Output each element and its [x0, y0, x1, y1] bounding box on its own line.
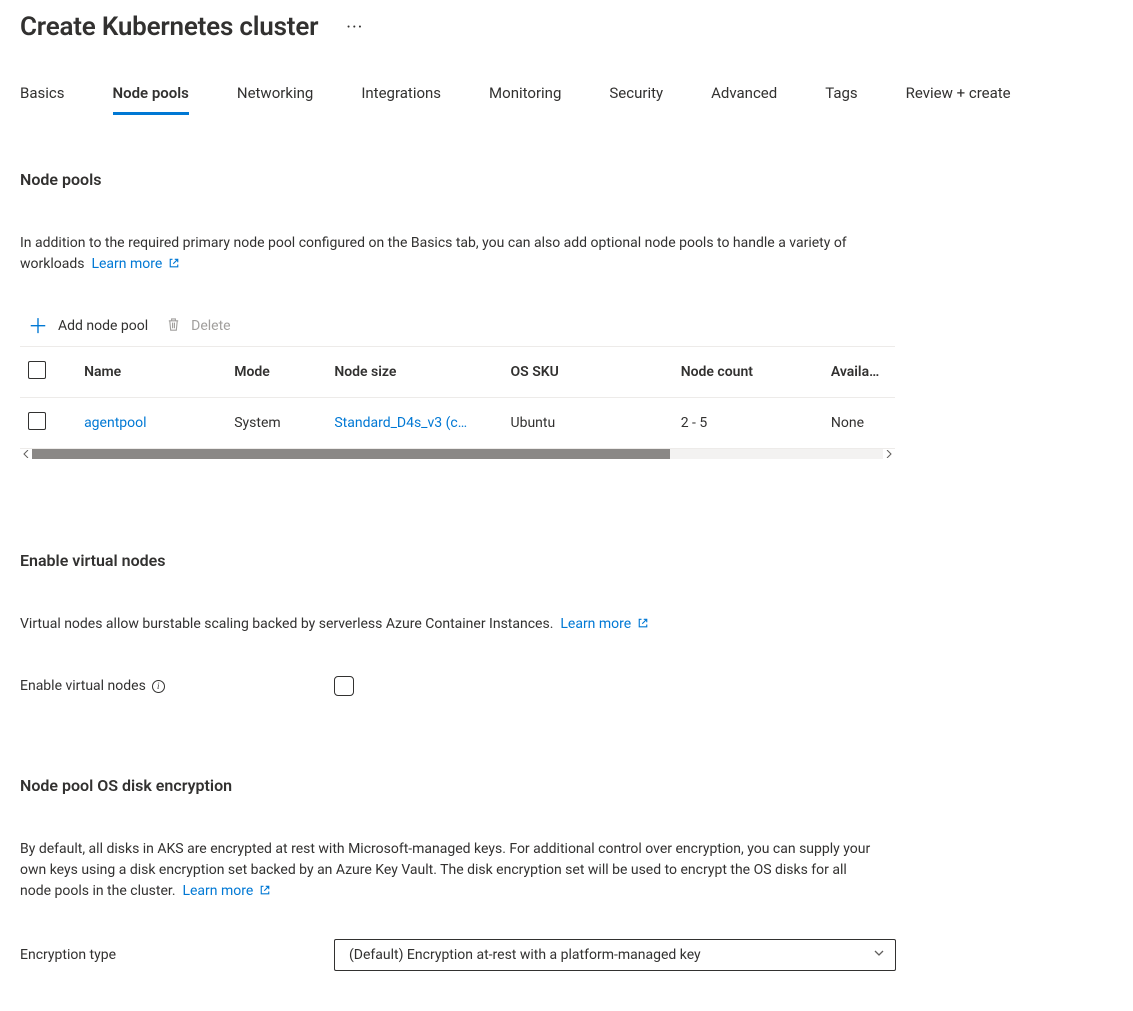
- col-header-count[interactable]: Node count: [673, 347, 823, 398]
- add-node-pool-button[interactable]: ＋ Add node pool: [28, 316, 148, 336]
- virtual-nodes-description: Virtual nodes allow burstable scaling ba…: [20, 614, 880, 636]
- table-row[interactable]: agentpool System Standard_D4s_v3 (c… Ubu…: [20, 398, 895, 449]
- enable-virtual-nodes-label: Enable virtual nodes i: [20, 678, 334, 694]
- tab-monitoring[interactable]: Monitoring: [489, 76, 561, 114]
- scroll-thumb[interactable]: [32, 449, 670, 459]
- scroll-track[interactable]: [32, 449, 883, 459]
- horizontal-scrollbar[interactable]: [20, 447, 895, 461]
- node-pools-learn-more-link[interactable]: Learn more: [91, 256, 179, 272]
- row-checkbox[interactable]: [28, 412, 46, 430]
- select-all-checkbox[interactable]: [28, 361, 46, 379]
- delete-node-pool-button: Delete: [166, 317, 230, 336]
- external-link-icon: [637, 615, 649, 636]
- chevron-down-icon: [873, 947, 885, 963]
- node-pools-table: Name Mode Node size OS SKU Node count Av…: [20, 347, 895, 449]
- encryption-type-value: (Default) Encryption at-rest with a plat…: [349, 947, 701, 963]
- col-header-availability[interactable]: Availability zones: [823, 347, 895, 398]
- pool-count: 2 - 5: [673, 398, 823, 449]
- tab-tags[interactable]: Tags: [825, 76, 857, 114]
- col-header-name[interactable]: Name: [76, 347, 226, 398]
- pool-mode: System: [226, 398, 326, 449]
- encryption-type-label: Encryption type: [20, 947, 334, 963]
- tab-security[interactable]: Security: [609, 76, 663, 114]
- trash-icon: [166, 317, 181, 336]
- col-header-mode[interactable]: Mode: [226, 347, 326, 398]
- node-pools-toolbar: ＋ Add node pool Delete: [20, 308, 895, 347]
- tab-review-create[interactable]: Review + create: [906, 76, 1011, 114]
- tab-networking[interactable]: Networking: [237, 76, 313, 114]
- col-header-sku[interactable]: OS SKU: [503, 347, 673, 398]
- encryption-type-select[interactable]: (Default) Encryption at-rest with a plat…: [334, 939, 896, 971]
- virtual-nodes-heading: Enable virtual nodes: [20, 551, 1113, 570]
- enable-virtual-nodes-checkbox[interactable]: [334, 676, 354, 696]
- pool-size-link[interactable]: Standard_D4s_v3 (c…: [334, 415, 467, 431]
- external-link-icon: [259, 882, 271, 903]
- external-link-icon: [168, 255, 180, 276]
- virtual-nodes-learn-more-link[interactable]: Learn more: [560, 616, 648, 632]
- tabs: Basics Node pools Networking Integration…: [20, 76, 1113, 114]
- page-title: Create Kubernetes cluster: [20, 12, 318, 42]
- col-header-size[interactable]: Node size: [326, 347, 502, 398]
- pool-name-link[interactable]: agentpool: [84, 415, 146, 431]
- pool-sku: Ubuntu: [503, 398, 673, 449]
- encryption-learn-more-link[interactable]: Learn more: [182, 883, 270, 899]
- tab-basics[interactable]: Basics: [20, 76, 65, 114]
- node-pools-description: In addition to the required primary node…: [20, 233, 880, 276]
- encryption-description: By default, all disks in AKS are encrypt…: [20, 839, 880, 903]
- node-pools-heading: Node pools: [20, 170, 1113, 189]
- plus-icon: ＋: [28, 316, 48, 336]
- pool-availability: None: [823, 398, 895, 449]
- tab-advanced[interactable]: Advanced: [711, 76, 777, 114]
- info-icon[interactable]: i: [152, 680, 165, 693]
- scroll-left-arrow[interactable]: [20, 448, 32, 460]
- tab-node-pools[interactable]: Node pools: [113, 76, 189, 115]
- encryption-heading: Node pool OS disk encryption: [20, 776, 1113, 795]
- tab-integrations[interactable]: Integrations: [361, 76, 441, 114]
- more-icon[interactable]: ···: [346, 17, 363, 38]
- scroll-right-arrow[interactable]: [883, 448, 895, 460]
